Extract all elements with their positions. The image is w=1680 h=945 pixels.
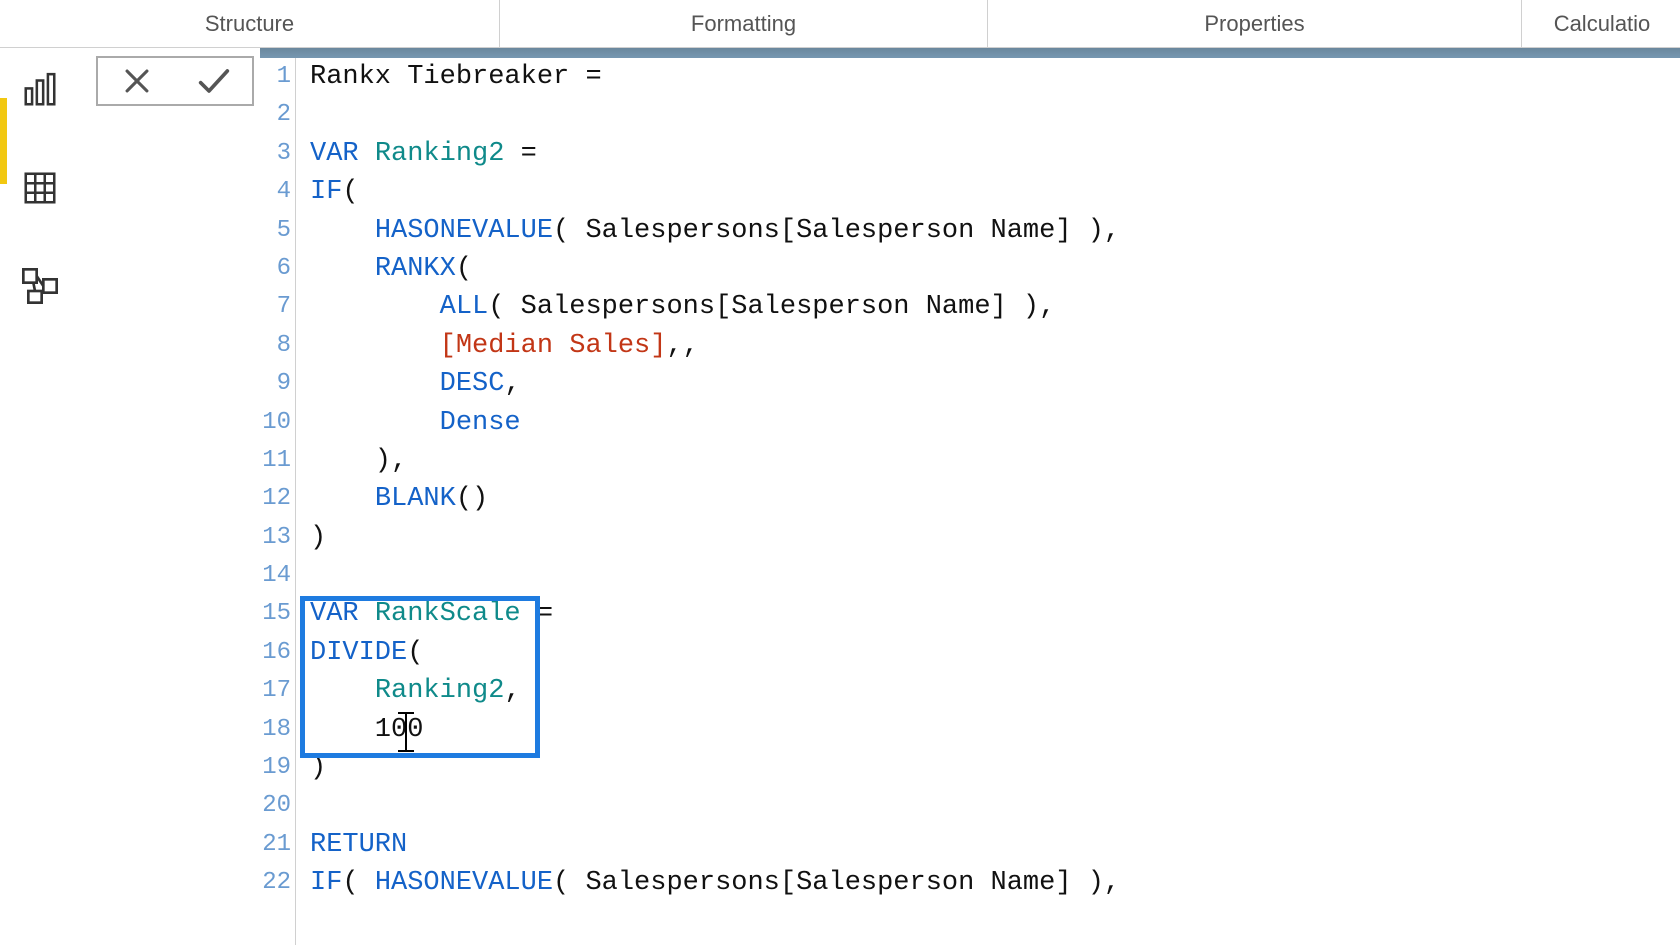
line-number: 18 [260,711,295,749]
line-number: 10 [260,404,295,442]
line-number: 19 [260,749,295,787]
code-line[interactable]: ALL( Salespersons[Salesperson Name] ), [310,288,1680,326]
line-number: 9 [260,365,295,403]
code-line[interactable]: ) [310,519,1680,557]
code-line[interactable]: DESC, [310,365,1680,403]
line-number: 13 [260,519,295,557]
line-number: 11 [260,442,295,480]
line-number: 14 [260,557,295,595]
line-number: 16 [260,634,295,672]
line-number: 1 [260,58,295,96]
line-number: 2 [260,96,295,134]
code-line[interactable]: VAR Ranking2 = [310,135,1680,173]
line-number: 4 [260,173,295,211]
formula-bar-buttons [96,56,254,106]
code-line[interactable]: HASONEVALUE( Salespersons[Salesperson Na… [310,212,1680,250]
code-line[interactable] [310,96,1680,134]
commit-formula-button[interactable] [175,58,252,104]
data-view-icon[interactable] [18,166,62,210]
code-line[interactable]: RANKX( [310,250,1680,288]
line-number-gutter: 12345678910111213141516171819202122 [260,58,296,945]
line-number: 7 [260,288,295,326]
code-line[interactable]: IF( HASONEVALUE( Salespersons[Salesperso… [310,864,1680,902]
tab-structure[interactable]: Structure [0,0,500,48]
active-view-indicator [0,98,7,184]
code-line[interactable]: BLANK() [310,480,1680,518]
model-view-icon[interactable] [18,264,62,308]
code-line[interactable]: DIVIDE( [310,634,1680,672]
code-line[interactable]: VAR RankScale = [310,595,1680,633]
dax-editor[interactable]: 12345678910111213141516171819202122 Rank… [260,48,1680,945]
line-number: 5 [260,212,295,250]
tab-properties[interactable]: Properties [988,0,1522,48]
line-number: 3 [260,135,295,173]
cancel-formula-button[interactable] [98,58,175,104]
line-number: 21 [260,826,295,864]
code-line[interactable]: Dense [310,404,1680,442]
code-line[interactable]: [Median Sales],, [310,327,1680,365]
line-number: 22 [260,864,295,902]
line-number: 17 [260,672,295,710]
line-number: 12 [260,480,295,518]
editor-top-accent [260,48,1680,58]
code-line[interactable] [310,557,1680,595]
code-line[interactable]: 100 [310,711,1680,749]
line-number: 8 [260,327,295,365]
code-area[interactable]: Rankx Tiebreaker = VAR Ranking2 =IF( HAS… [310,58,1680,945]
code-line[interactable] [310,787,1680,825]
tab-formatting[interactable]: Formatting [500,0,988,48]
code-line[interactable]: Ranking2, [310,672,1680,710]
code-line[interactable]: Rankx Tiebreaker = [310,58,1680,96]
tab-calculation[interactable]: Calculatio [1522,0,1680,48]
line-number: 15 [260,595,295,633]
report-view-icon[interactable] [18,68,62,112]
code-line[interactable]: ), [310,442,1680,480]
left-view-rail [0,48,80,945]
text-caret [405,712,407,752]
code-line[interactable]: RETURN [310,826,1680,864]
line-number: 20 [260,787,295,825]
code-line[interactable]: ) [310,749,1680,787]
line-number: 6 [260,250,295,288]
code-line[interactable]: IF( [310,173,1680,211]
top-tabstrip: Structure Formatting Properties Calculat… [0,0,1680,48]
